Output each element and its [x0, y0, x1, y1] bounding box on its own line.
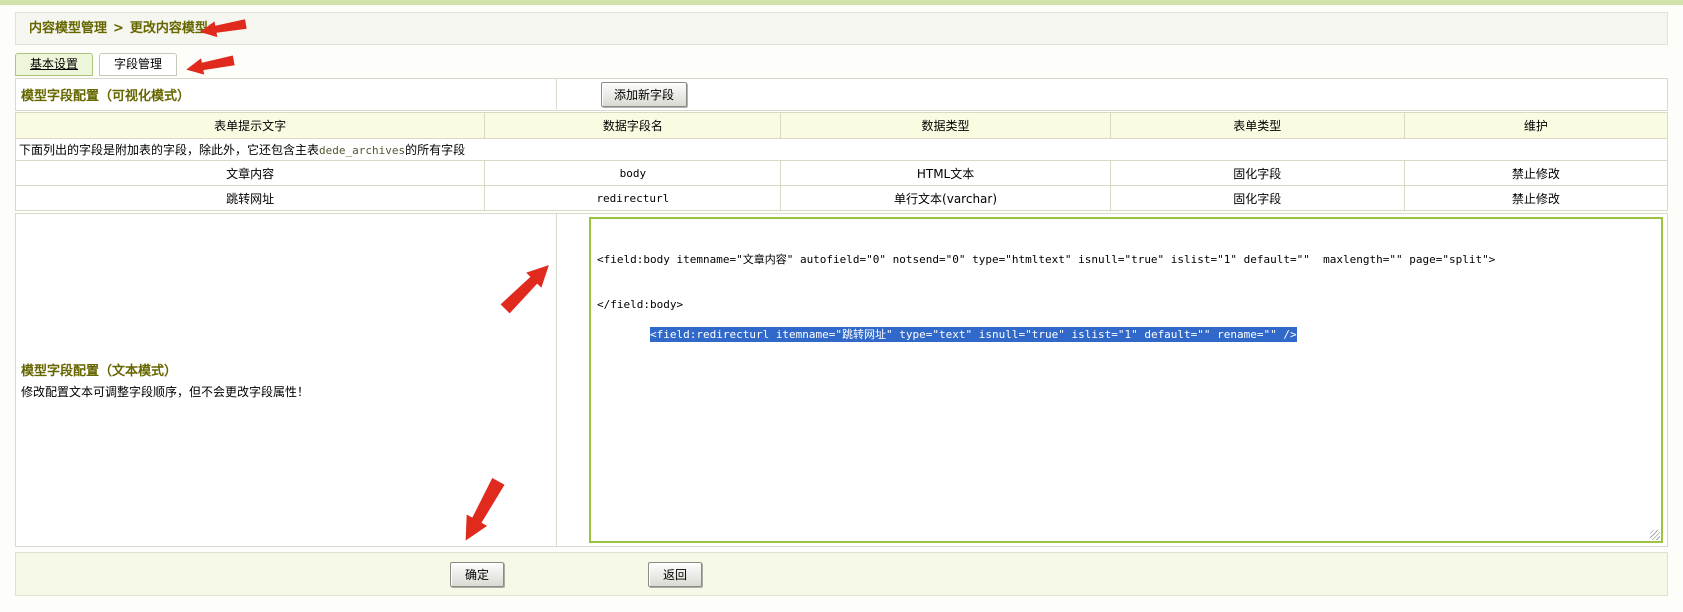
breadcrumb-section: 内容模型管理	[29, 21, 107, 36]
code-line-body-open: <field:body itemname="文章内容" autofield="0…	[597, 252, 1655, 267]
red-arrow-annotation-tab-icon	[183, 49, 236, 80]
tab-field-management[interactable]: 字段管理	[99, 53, 177, 76]
note-suffix: 的所有字段	[405, 143, 465, 157]
text-mode-title: 模型字段配置（文本模式）	[21, 360, 556, 379]
cell-formtype: 固化字段	[1110, 161, 1404, 186]
table-row: 文章内容 body HTML文本 固化字段 禁止修改	[16, 161, 1668, 186]
breadcrumb-current: 更改内容模型:	[130, 21, 213, 36]
text-mode-label-cell: 模型字段配置（文本模式） 修改配置文本可调整字段顺序，但不会更改字段属性！	[16, 214, 557, 546]
tab-bar: 基本设置字段管理	[15, 53, 183, 76]
cell-field: body	[485, 161, 781, 186]
content-model-page: 内容模型管理 > 更改内容模型: 基本设置字段管理 模型字段配置（可视化模式） 添加…	[0, 0, 1683, 612]
fields-table: 表单提示文字 数据字段名 数据类型 表单类型 维护 下面列出的字段是附加表的字段…	[15, 112, 1668, 211]
action-bar	[15, 552, 1668, 596]
fields-table-note: 下面列出的字段是附加表的字段，除此外，它还包含主表dede_archives的所…	[16, 139, 1668, 161]
col-header-datatype: 数据类型	[781, 113, 1110, 139]
field-config-textarea[interactable]: <field:body itemname="文章内容" autofield="0…	[589, 217, 1663, 543]
ok-button[interactable]: 确定	[450, 562, 504, 587]
cell-prompt: 文章内容	[16, 161, 485, 186]
cell-formtype: 固化字段	[1110, 186, 1404, 211]
visual-mode-title-cell: 模型字段配置（可视化模式）	[16, 79, 557, 110]
fields-table-header-row: 表单提示文字 数据字段名 数据类型 表单类型 维护	[16, 113, 1668, 139]
tab-basic-settings[interactable]: 基本设置	[15, 53, 93, 76]
col-header-maintain: 维护	[1404, 113, 1667, 139]
cell-field: redirecturl	[485, 186, 781, 211]
resize-grip-icon[interactable]	[1650, 530, 1660, 540]
cell-maintain: 禁止修改	[1404, 186, 1667, 211]
table-row: 跳转网址 redirecturl 单行文本(varchar) 固化字段 禁止修改	[16, 186, 1668, 211]
visual-mode-header-row: 模型字段配置（可视化模式） 添加新字段	[15, 78, 1668, 111]
visual-mode-action-cell: 添加新字段	[557, 79, 1667, 110]
text-mode-subtitle: 修改配置文本可调整字段顺序，但不会更改字段属性！	[21, 383, 556, 400]
text-mode-section: 模型字段配置（文本模式） 修改配置文本可调整字段顺序，但不会更改字段属性！ <f…	[15, 213, 1668, 547]
col-header-prompt: 表单提示文字	[16, 113, 485, 139]
cell-prompt: 跳转网址	[16, 186, 485, 211]
cell-datatype: HTML文本	[781, 161, 1110, 186]
col-header-formtype: 表单类型	[1110, 113, 1404, 139]
note-main-table-name: dede_archives	[319, 144, 405, 157]
visual-mode-title: 模型字段配置（可视化模式）	[21, 85, 190, 104]
fields-table-note-row: 下面列出的字段是附加表的字段，除此外，它还包含主表dede_archives的所…	[16, 139, 1668, 161]
text-mode-editor-cell: <field:body itemname="文章内容" autofield="0…	[557, 214, 1667, 546]
note-prefix: 下面列出的字段是附加表的字段，除此外，它还包含主表	[19, 143, 319, 157]
add-field-button[interactable]: 添加新字段	[601, 82, 687, 107]
breadcrumb: 内容模型管理 > 更改内容模型:	[15, 12, 1668, 45]
code-line-body-close: </field:body>	[597, 297, 1655, 312]
code-line-redirecturl-selected: <field:redirecturl itemname="跳转网址" type=…	[650, 327, 1297, 342]
top-accent-bar	[0, 0, 1683, 5]
col-header-field: 数据字段名	[485, 113, 781, 139]
breadcrumb-separator-icon: >	[113, 21, 124, 36]
cell-datatype: 单行文本(varchar)	[781, 186, 1110, 211]
back-button[interactable]: 返回	[648, 562, 702, 587]
cell-maintain: 禁止修改	[1404, 161, 1667, 186]
